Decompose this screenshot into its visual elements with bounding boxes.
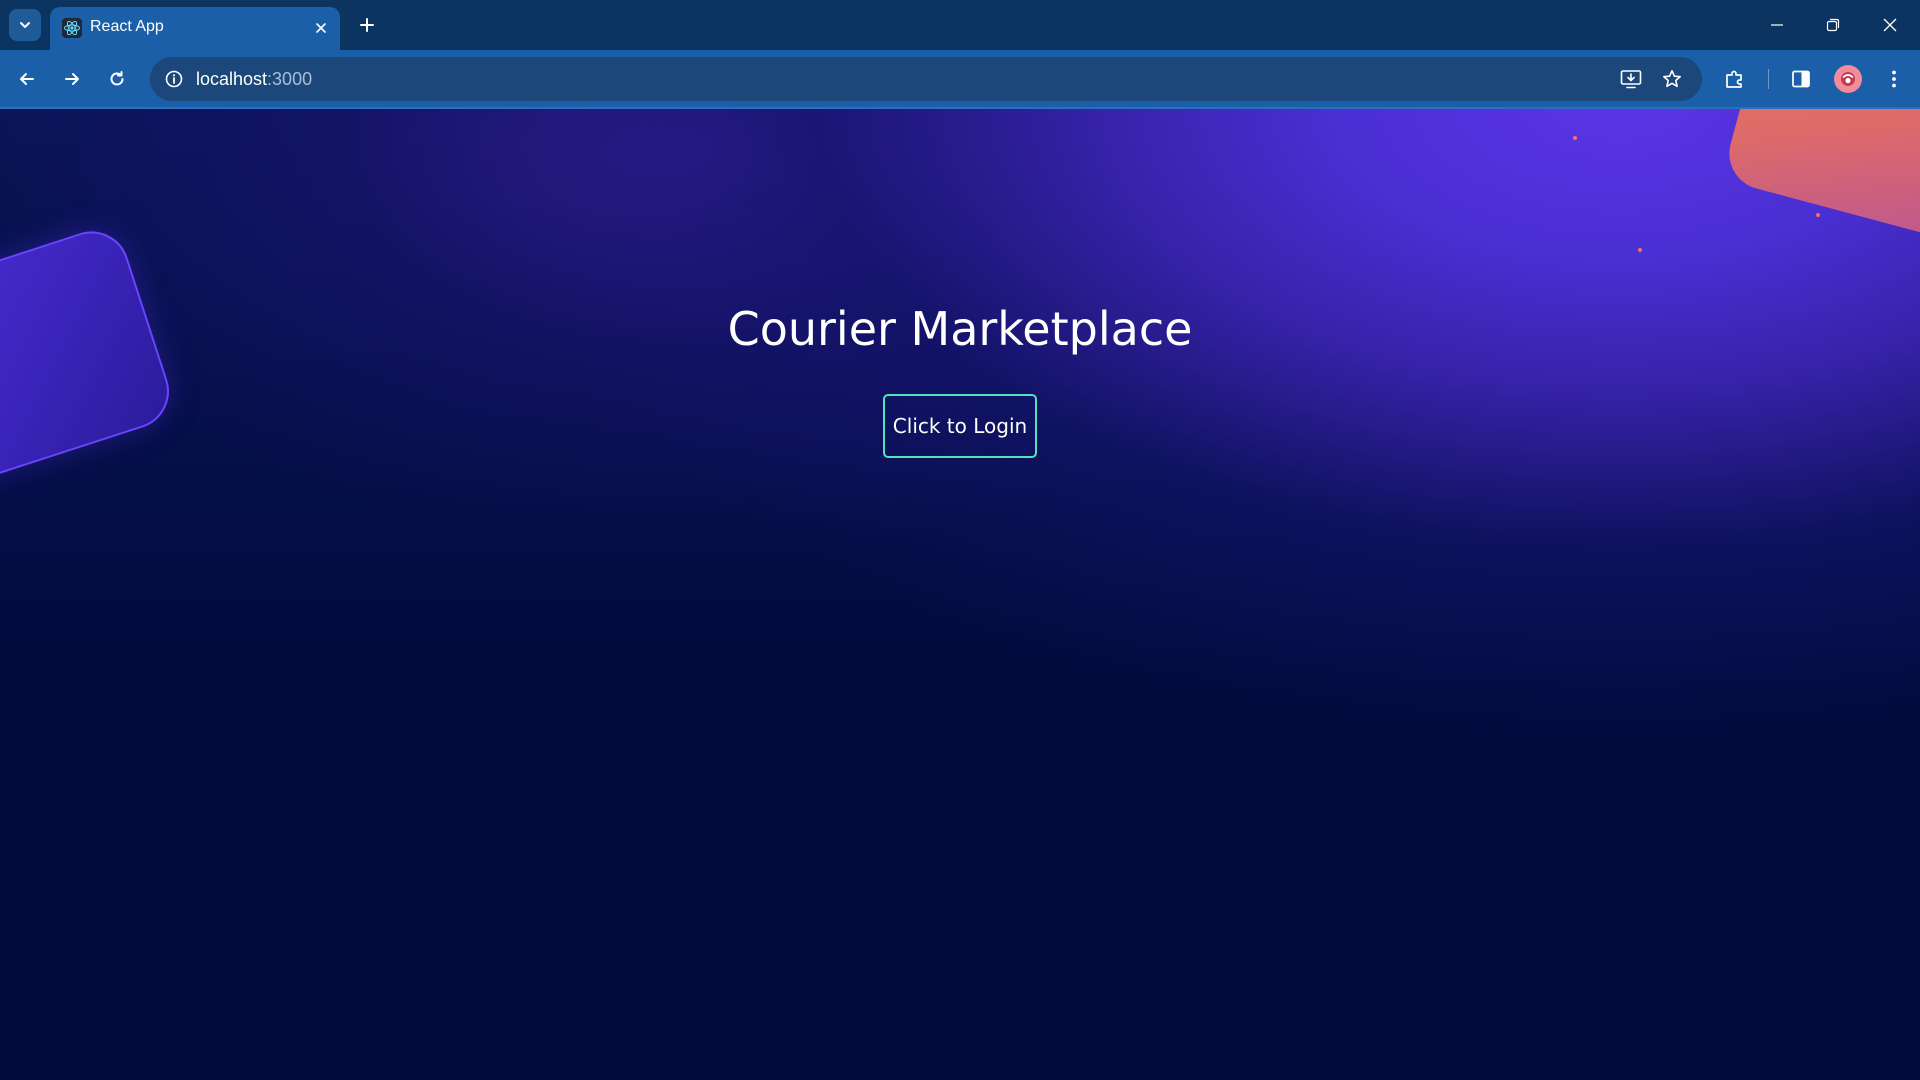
arrow-left-icon [20,73,34,85]
reload-button[interactable] [100,62,134,96]
install-app-button[interactable] [1617,65,1645,93]
tab-react-app[interactable]: React App [50,7,340,50]
chevron-down-icon [20,22,30,28]
restore-icon [1826,18,1840,32]
decorative-shape-right [1721,109,1920,252]
browser-toolbar: localhost:3000 [0,50,1920,109]
tab-strip: React App [0,0,1920,50]
site-info-button[interactable] [160,65,188,93]
decorative-dot [1573,136,1577,140]
plus-icon [360,18,374,32]
new-tab-button[interactable] [352,10,382,40]
close-icon [316,23,326,33]
star-icon [1663,70,1681,88]
toolbar-separator [1768,69,1769,89]
back-button[interactable] [10,62,44,96]
url-text[interactable]: localhost:3000 [196,69,312,90]
info-icon [165,70,183,88]
tab-title: React App [90,18,164,35]
page-viewport: Courier Marketplace Click to Login [0,109,1920,1080]
close-window-button[interactable] [1870,8,1910,42]
decorative-dot [1816,213,1820,217]
browser-window: React App localhost:3000 Courier Marketp… [0,0,1920,1080]
react-logo-icon [61,17,83,39]
minimize-icon [1771,24,1783,26]
bookmark-button[interactable] [1658,65,1686,93]
tab-search-button[interactable] [9,9,41,41]
forward-button[interactable] [55,62,89,96]
profile-avatar[interactable] [1834,65,1862,93]
puzzle-icon [1726,70,1742,88]
profile-icon [1841,72,1855,86]
address-bar[interactable]: localhost:3000 [150,57,1702,101]
extensions-button[interactable] [1719,63,1751,95]
decorative-shape-left [0,221,179,501]
reload-icon [110,71,124,86]
decorative-dot [1638,248,1642,252]
url-host: localhost [196,69,268,89]
close-icon [1883,18,1897,32]
minimize-button[interactable] [1757,8,1797,42]
arrow-right-icon [65,73,79,85]
tab-close-button[interactable] [310,17,332,39]
login-button[interactable]: Click to Login [883,394,1037,458]
more-vert-icon [1892,70,1896,88]
url-port: :3000 [267,69,313,89]
browser-menu-button[interactable] [1878,63,1910,95]
install-icon [1620,70,1642,89]
page-title: Courier Marketplace [727,302,1193,356]
side-panel-icon [1792,70,1810,88]
restore-button[interactable] [1813,8,1853,42]
side-panel-button[interactable] [1785,63,1817,95]
